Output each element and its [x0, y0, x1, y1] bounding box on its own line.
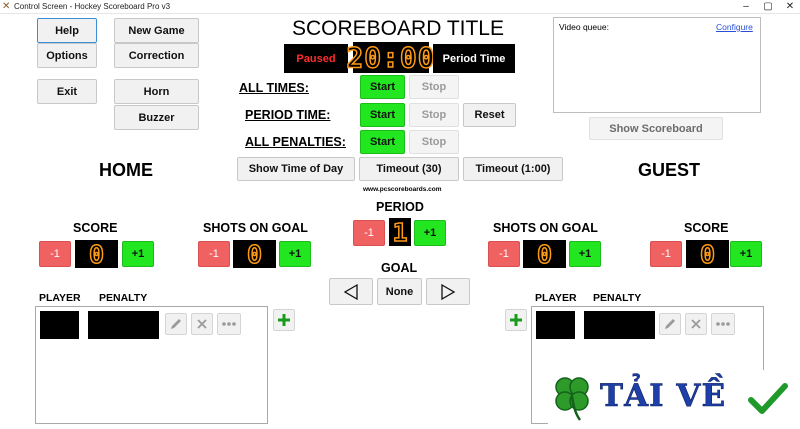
- guest-penalty-delete-button[interactable]: [685, 313, 707, 335]
- home-penalty-header: PENALTY: [99, 292, 148, 304]
- website-link[interactable]: www.pcscoreboards.com: [363, 186, 442, 193]
- plus-icon: [278, 314, 290, 326]
- guest-penalty-time-field[interactable]: [584, 311, 655, 339]
- pencil-icon: [171, 319, 181, 329]
- more-icon: [716, 322, 730, 326]
- clock-status: Paused: [284, 44, 348, 73]
- app-icon: ✕: [2, 1, 11, 12]
- guest-penalty-edit-button[interactable]: [659, 313, 681, 335]
- guest-penalty-more-button[interactable]: [711, 313, 735, 335]
- guest-player-header: PLAYER: [535, 292, 577, 304]
- guest-penalty-header: PENALTY: [593, 292, 642, 304]
- plus-icon: [510, 314, 522, 326]
- game-clock[interactable]: 20:00: [346, 40, 436, 75]
- period-label: PERIOD: [376, 200, 424, 214]
- home-penalty-more-button[interactable]: [217, 313, 241, 335]
- guest-team-name: GUEST: [638, 160, 701, 180]
- close-icon: [691, 319, 701, 329]
- home-penalty-list[interactable]: [35, 306, 268, 424]
- goal-next-button[interactable]: [426, 278, 470, 305]
- show-time-of-day-button[interactable]: Show Time of Day: [237, 157, 355, 181]
- triangle-left-icon: [343, 283, 358, 300]
- minimize-button[interactable]: –: [736, 0, 756, 14]
- guest-score-minus-button[interactable]: -1: [650, 241, 682, 267]
- all-penalties-start-button[interactable]: Start: [360, 130, 405, 154]
- horn-button[interactable]: Horn: [114, 79, 199, 104]
- home-penalty-delete-button[interactable]: [191, 313, 213, 335]
- guest-shots-label: SHOTS ON GOAL: [493, 221, 598, 235]
- control-screen: Help New Game Options Correction Exit Ho…: [0, 14, 800, 429]
- home-team-name: HOME: [99, 160, 153, 180]
- game-clock-digits: 20:00: [346, 40, 436, 75]
- period-time-label: Period Time: [433, 44, 515, 73]
- period-time-start-button[interactable]: Start: [360, 103, 405, 127]
- home-score-display: 0: [75, 239, 118, 270]
- timeout-30-button[interactable]: Timeout (30): [359, 157, 459, 181]
- home-player-header: PLAYER: [39, 292, 81, 304]
- close-icon: [197, 319, 207, 329]
- home-score-value: 0: [88, 239, 105, 270]
- show-scoreboard-button[interactable]: Show Scoreboard: [589, 117, 723, 140]
- close-button[interactable]: ✕: [780, 0, 800, 14]
- period-plus-button[interactable]: +1: [414, 220, 446, 246]
- title-bar: ✕ Control Screen - Hockey Scoreboard Pro…: [0, 0, 800, 14]
- home-score-minus-button[interactable]: -1: [39, 241, 71, 267]
- period-minus-button[interactable]: -1: [353, 220, 385, 246]
- guest-score-value: 0: [699, 239, 716, 270]
- window-title: Control Screen - Hockey Scoreboard Pro v…: [14, 2, 171, 11]
- period-display: 1: [389, 217, 411, 248]
- more-icon: [222, 322, 236, 326]
- guest-penalty-player-field[interactable]: [536, 311, 575, 339]
- checkmark-icon: [748, 383, 788, 414]
- home-add-penalty-button[interactable]: [273, 309, 295, 331]
- guest-add-penalty-button[interactable]: [505, 309, 527, 331]
- period-time-stop-button[interactable]: Stop: [409, 103, 459, 127]
- guest-shots-minus-button[interactable]: -1: [488, 241, 520, 267]
- timeout-100-button[interactable]: Timeout (1:00): [463, 157, 563, 181]
- all-times-stop-button[interactable]: Stop: [409, 75, 459, 99]
- guest-score-display: 0: [686, 239, 729, 270]
- home-penalty-time-field[interactable]: [88, 311, 159, 339]
- exit-button[interactable]: Exit: [37, 79, 97, 104]
- video-queue-panel: Video queue: Configure: [553, 17, 761, 113]
- video-queue-label: Video queue:: [559, 22, 609, 32]
- buzzer-button[interactable]: Buzzer: [114, 105, 199, 130]
- correction-button[interactable]: Correction: [114, 43, 199, 68]
- home-score-plus-button[interactable]: +1: [122, 241, 154, 267]
- home-shots-display: 0: [233, 239, 276, 270]
- home-penalty-player-field[interactable]: [40, 311, 79, 339]
- period-time-reset-button[interactable]: Reset: [463, 103, 516, 127]
- options-button[interactable]: Options: [37, 43, 97, 68]
- home-penalty-edit-button[interactable]: [165, 313, 187, 335]
- goal-label: GOAL: [381, 261, 418, 275]
- all-penalties-label: ALL PENALTIES:: [245, 135, 346, 149]
- home-shots-value: 0: [246, 239, 263, 270]
- watermark: TẢI VỀ: [548, 370, 793, 425]
- all-times-start-button[interactable]: Start: [360, 75, 405, 99]
- configure-link[interactable]: Configure: [716, 22, 753, 32]
- home-score-label: SCORE: [73, 221, 118, 235]
- scoreboard-title: SCOREBOARD TITLE: [292, 17, 504, 40]
- goal-none-button[interactable]: None: [377, 278, 422, 305]
- all-penalties-stop-button[interactable]: Stop: [409, 130, 459, 154]
- clover-icon: [555, 377, 589, 421]
- home-shots-minus-button[interactable]: -1: [198, 241, 230, 267]
- goal-prev-button[interactable]: [329, 278, 373, 305]
- all-times-label: ALL TIMES:: [239, 81, 309, 95]
- home-shots-plus-button[interactable]: +1: [279, 241, 311, 267]
- period-time-row-label: PERIOD TIME:: [245, 108, 331, 122]
- guest-shots-value: 0: [536, 239, 553, 270]
- triangle-right-icon: [441, 283, 456, 300]
- guest-shots-display: 0: [523, 239, 566, 270]
- pencil-icon: [665, 319, 675, 329]
- help-button[interactable]: Help: [37, 18, 97, 43]
- watermark-text: TẢI VỀ: [600, 378, 727, 415]
- home-shots-label: SHOTS ON GOAL: [203, 221, 308, 235]
- maximize-button[interactable]: ▢: [758, 0, 778, 14]
- new-game-button[interactable]: New Game: [114, 18, 199, 43]
- guest-score-plus-button[interactable]: +1: [730, 241, 762, 267]
- period-value: 1: [392, 217, 409, 248]
- guest-score-label: SCORE: [684, 221, 729, 235]
- guest-shots-plus-button[interactable]: +1: [569, 241, 601, 267]
